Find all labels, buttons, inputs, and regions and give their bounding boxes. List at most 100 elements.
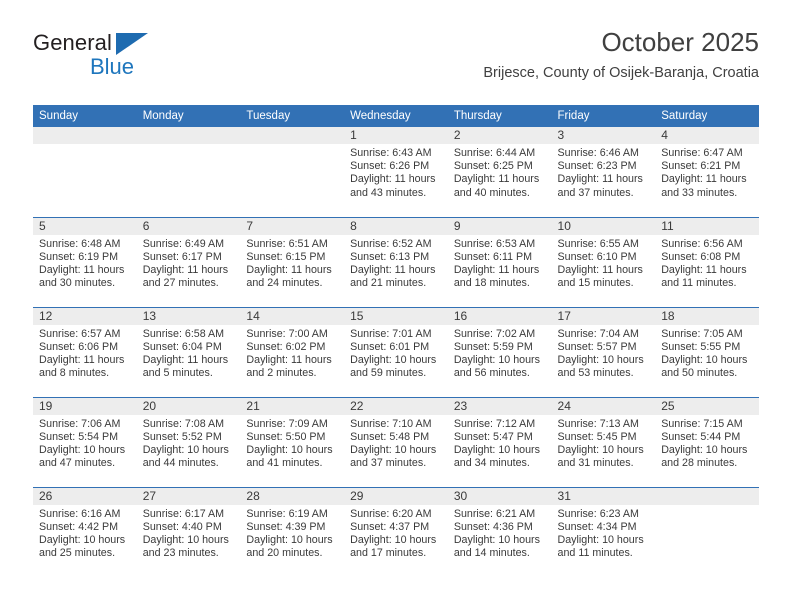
calendar-day-cell[interactable]: 2 Sunrise: 6:44 AM Sunset: 6:25 PM Daylight… xyxy=(447,127,552,217)
calendar-day-cell[interactable]: 9 Sunrise: 6:53 AM Sunset: 6:11 PM Daylight… xyxy=(447,216,552,307)
daylight-text-line2: and 14 minutes. xyxy=(453,547,530,560)
sunrise-text: Sunrise: 6:52 AM xyxy=(350,237,432,250)
sunset-text: Sunset: 6:25 PM xyxy=(453,160,533,173)
sunrise-text: Sunrise: 7:08 AM xyxy=(142,417,225,430)
day-details: Sunrise: 6:19 AM Sunset: 4:39 PM Daylight:… xyxy=(240,505,344,561)
calendar-day-cell[interactable]: 17 Sunrise: 7:04 AM Sunset: 5:57 PM Dayligh… xyxy=(551,306,656,397)
day-number: 24 xyxy=(551,397,656,415)
sunrise-text: Sunrise: 6:19 AM xyxy=(246,507,328,520)
day-number: 1 xyxy=(344,127,448,144)
sunrise-text: Sunrise: 6:53 AM xyxy=(453,237,536,250)
day-details: Sunrise: 7:01 AM Sunset: 6:01 PM Daylight:… xyxy=(344,325,448,381)
calendar-day-cell[interactable]: 16 Sunrise: 7:02 AM Sunset: 5:59 PM Dayligh… xyxy=(447,306,552,397)
day-details: Sunrise: 7:15 AM Sunset: 5:44 PM Daylight:… xyxy=(655,415,759,471)
day-number xyxy=(136,127,241,144)
day-number: 19 xyxy=(33,397,137,415)
daylight-text-line2: and 47 minutes. xyxy=(39,457,116,470)
calendar-day-cell[interactable]: 24 Sunrise: 7:13 AM Sunset: 5:45 PM Dayligh… xyxy=(551,396,656,487)
calendar-day-cell[interactable]: 1 Sunrise: 6:43 AM Sunset: 6:26 PM Daylight… xyxy=(344,127,448,217)
calendar-day-cell[interactable]: 4 Sunrise: 6:47 AM Sunset: 6:21 PM Daylight… xyxy=(655,127,759,217)
daylight-text-line2: and 27 minutes. xyxy=(142,277,219,290)
sunrise-text: Sunrise: 7:12 AM xyxy=(453,417,536,430)
calendar-day-cell-empty xyxy=(136,127,241,217)
day-number xyxy=(655,487,759,505)
calendar-day-cell[interactable]: 14 Sunrise: 7:00 AM Sunset: 6:02 PM Dayligh… xyxy=(240,306,345,397)
calendar-day-cell[interactable]: 30 Sunrise: 6:21 AM Sunset: 4:36 PM Dayligh… xyxy=(447,486,552,577)
calendar-day-cell-empty xyxy=(655,486,759,577)
sunrise-text: Sunrise: 7:00 AM xyxy=(246,327,328,340)
day-number: 2 xyxy=(447,127,552,144)
sunset-text: Sunset: 6:21 PM xyxy=(661,160,741,173)
general-blue-logo[interactable]: General Blue xyxy=(33,30,243,88)
calendar-day-cell[interactable]: 5 Sunrise: 6:48 AM Sunset: 6:19 PM Daylight… xyxy=(33,216,137,307)
daylight-text-line1: Daylight: 11 hours xyxy=(661,173,747,186)
weekday-header-wednesday: Wednesday xyxy=(344,105,448,127)
sunrise-text: Sunrise: 6:48 AM xyxy=(39,237,121,250)
sunset-text: Sunset: 6:01 PM xyxy=(350,340,430,353)
sunrise-text: Sunrise: 6:43 AM xyxy=(350,147,432,159)
daylight-text-line2: and 17 minutes. xyxy=(350,547,427,560)
day-number: 22 xyxy=(344,397,448,415)
calendar-day-cell[interactable]: 18 Sunrise: 7:05 AM Sunset: 5:55 PM Dayligh… xyxy=(655,306,759,397)
day-number: 26 xyxy=(33,487,137,505)
calendar-day-cell[interactable]: 6 Sunrise: 6:49 AM Sunset: 6:17 PM Daylight… xyxy=(136,216,241,307)
calendar-day-cell[interactable]: 22 Sunrise: 7:10 AM Sunset: 5:48 PM Dayligh… xyxy=(344,396,448,487)
calendar-week-row: 26 Sunrise: 6:16 AM Sunset: 4:42 PM Dayligh… xyxy=(33,486,759,577)
calendar-week-row: 19 Sunrise: 7:06 AM Sunset: 5:54 PM Dayligh… xyxy=(33,396,759,487)
calendar-day-cell[interactable]: 11 Sunrise: 6:56 AM Sunset: 6:08 PM Dayligh… xyxy=(655,216,759,307)
sunrise-text: Sunrise: 6:55 AM xyxy=(557,237,639,250)
daylight-text-line2: and 28 minutes. xyxy=(661,457,738,470)
day-details: Sunrise: 6:53 AM Sunset: 6:11 PM Daylight:… xyxy=(448,235,552,291)
sunrise-text: Sunrise: 7:01 AM xyxy=(350,327,432,340)
daylight-text-line2: and 20 minutes. xyxy=(246,547,323,560)
calendar-day-cell[interactable]: 3 Sunrise: 6:46 AM Sunset: 6:23 PM Daylight… xyxy=(551,127,656,217)
day-number: 3 xyxy=(551,127,656,144)
daylight-text-line2: and 44 minutes. xyxy=(142,457,219,470)
daylight-text-line1: Daylight: 11 hours xyxy=(557,263,643,276)
calendar-day-cell[interactable]: 21 Sunrise: 7:09 AM Sunset: 5:50 PM Dayligh… xyxy=(240,396,345,487)
logo-text-blue: Blue xyxy=(90,54,135,79)
calendar-day-cell[interactable]: 29 Sunrise: 6:20 AM Sunset: 4:37 PM Dayligh… xyxy=(344,486,448,577)
calendar-day-cell[interactable]: 13 Sunrise: 6:58 AM Sunset: 6:04 PM Dayligh… xyxy=(136,306,241,397)
calendar-day-cell[interactable]: 28 Sunrise: 6:19 AM Sunset: 4:39 PM Dayligh… xyxy=(240,486,345,577)
day-number xyxy=(240,127,345,144)
sunset-text: Sunset: 6:08 PM xyxy=(661,250,741,263)
day-number: 7 xyxy=(240,217,345,235)
sunset-text: Sunset: 6:26 PM xyxy=(350,160,430,173)
sunrise-text: Sunrise: 6:56 AM xyxy=(661,237,743,250)
sunset-text: Sunset: 6:13 PM xyxy=(350,250,430,263)
day-number: 14 xyxy=(240,307,345,325)
sunset-text: Sunset: 5:50 PM xyxy=(246,430,326,443)
day-number: 20 xyxy=(136,397,241,415)
calendar-day-cell[interactable]: 10 Sunrise: 6:55 AM Sunset: 6:10 PM Dayligh… xyxy=(551,216,656,307)
triangle-icon xyxy=(116,33,148,55)
weekday-header-thursday: Thursday xyxy=(447,105,552,127)
sunrise-text: Sunrise: 7:15 AM xyxy=(661,417,743,430)
day-number: 21 xyxy=(240,397,345,415)
calendar-day-cell[interactable]: 31 Sunrise: 6:23 AM Sunset: 4:34 PM Dayligh… xyxy=(551,486,656,577)
calendar-day-cell[interactable]: 23 Sunrise: 7:12 AM Sunset: 5:47 PM Dayligh… xyxy=(447,396,552,487)
day-number: 18 xyxy=(655,307,759,325)
sunset-text: Sunset: 4:42 PM xyxy=(39,520,119,533)
day-number: 16 xyxy=(447,307,552,325)
day-number: 13 xyxy=(136,307,241,325)
day-details: Sunrise: 6:49 AM Sunset: 6:17 PM Daylight:… xyxy=(137,235,241,291)
calendar-day-cell[interactable]: 19 Sunrise: 7:06 AM Sunset: 5:54 PM Dayligh… xyxy=(33,396,137,487)
day-details: Sunrise: 6:23 AM Sunset: 4:34 PM Daylight:… xyxy=(552,505,656,561)
calendar-day-cell[interactable]: 27 Sunrise: 6:17 AM Sunset: 4:40 PM Dayligh… xyxy=(136,486,241,577)
daylight-text-line1: Daylight: 10 hours xyxy=(246,533,333,546)
sunset-text: Sunset: 6:19 PM xyxy=(39,250,119,263)
calendar-day-cell[interactable]: 8 Sunrise: 6:52 AM Sunset: 6:13 PM Daylight… xyxy=(344,216,448,307)
calendar-day-cell[interactable]: 15 Sunrise: 7:01 AM Sunset: 6:01 PM Dayligh… xyxy=(344,306,448,397)
calendar-day-cell[interactable]: 25 Sunrise: 7:15 AM Sunset: 5:44 PM Dayligh… xyxy=(655,396,759,487)
day-number: 5 xyxy=(33,217,137,235)
calendar-day-cell[interactable]: 20 Sunrise: 7:08 AM Sunset: 5:52 PM Dayligh… xyxy=(136,396,241,487)
calendar-day-cell[interactable]: 7 Sunrise: 6:51 AM Sunset: 6:15 PM Daylight… xyxy=(240,216,345,307)
daylight-text-line2: and 18 minutes. xyxy=(453,277,530,290)
calendar-day-cell[interactable]: 12 Sunrise: 6:57 AM Sunset: 6:06 PM Dayligh… xyxy=(33,306,137,397)
sunrise-text: Sunrise: 6:46 AM xyxy=(557,147,639,159)
sunrise-text: Sunrise: 6:51 AM xyxy=(246,237,328,250)
day-number: 31 xyxy=(551,487,656,505)
calendar-day-cell[interactable]: 26 Sunrise: 6:16 AM Sunset: 4:42 PM Dayligh… xyxy=(33,486,137,577)
sunrise-text: Sunrise: 6:57 AM xyxy=(39,327,121,340)
